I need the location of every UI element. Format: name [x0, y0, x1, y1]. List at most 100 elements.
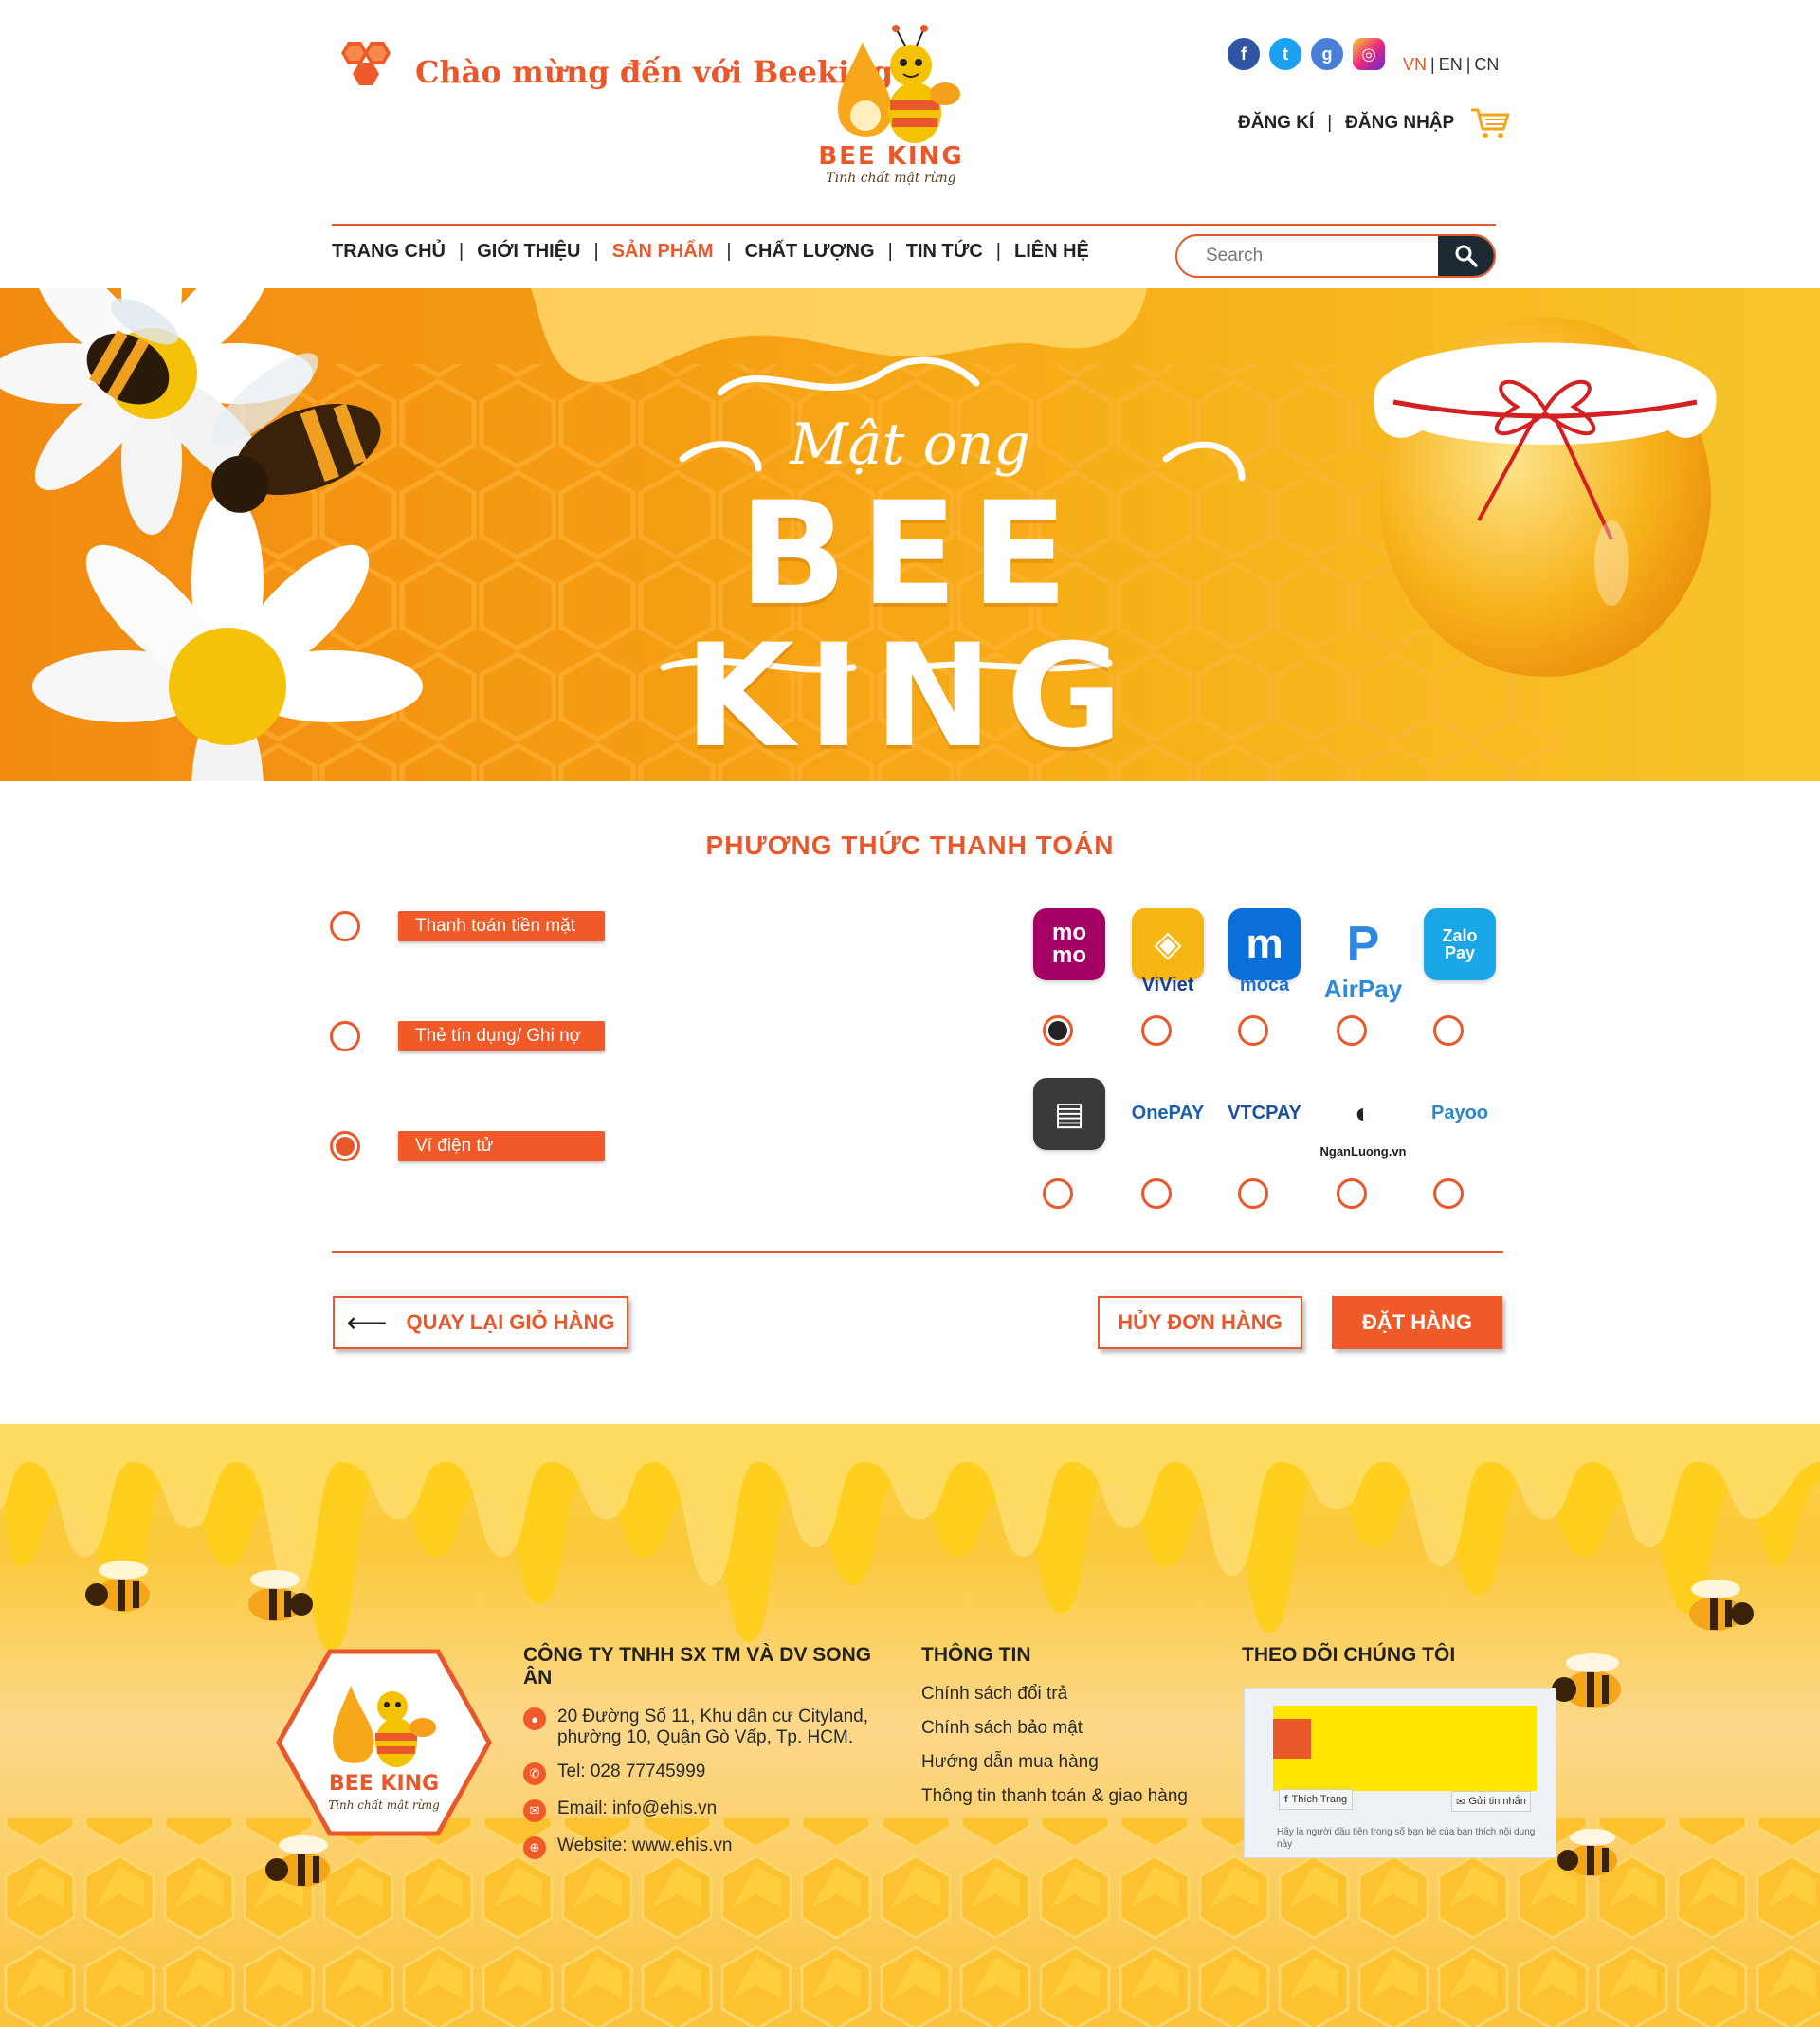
- facebook-cover: [1273, 1706, 1537, 1791]
- header-divider: [332, 224, 1496, 226]
- wallet-radio-nganluong[interactable]: [1337, 1178, 1367, 1209]
- nav-item-2[interactable]: SẢN PHẨM: [612, 241, 714, 263]
- wallet-radio-airpay[interactable]: [1337, 1015, 1367, 1046]
- cart-icon[interactable]: [1469, 106, 1511, 140]
- payment-option-label[interactable]: Ví điện tử: [398, 1131, 605, 1161]
- footer-address-line2: phường 10, Quận Gò Vấp, Tp. HCM.: [557, 1727, 854, 1747]
- nav-separator: |: [887, 241, 893, 262]
- wallet-nganluong[interactable]: ◐ NganLuong.vn: [1320, 1078, 1407, 1159]
- wallet-onepay[interactable]: OnePAY: [1125, 1078, 1210, 1150]
- payment-option-label[interactable]: Thẻ tín dụng/ Ghi nợ: [398, 1021, 605, 1051]
- footer-phone: ✆ Tel: 028 77745999: [523, 1762, 902, 1785]
- search-box: [1175, 234, 1496, 278]
- footer-website: ⊕ Website: www.ehis.vn: [523, 1835, 902, 1859]
- wallet-radio-momo[interactable]: [1043, 1015, 1073, 1046]
- nav-separator: |: [726, 241, 732, 262]
- hero-banner: Mật ong BEE KING: [0, 288, 1820, 781]
- nav-item-1[interactable]: GIỚI THIỆU: [477, 241, 580, 263]
- facebook-icon[interactable]: f: [1228, 38, 1260, 70]
- wallet-caption: Payoo: [1430, 1103, 1489, 1123]
- nav-item-3[interactable]: CHẤT LƯỢNG: [745, 241, 875, 263]
- search-icon: [1455, 245, 1478, 267]
- footer-website-text[interactable]: Website: www.ehis.vn: [557, 1835, 732, 1856]
- payment-option-2[interactable]: Ví điện tử: [330, 1131, 605, 1161]
- google-plus-icon[interactable]: g: [1311, 38, 1343, 70]
- facebook-message-button[interactable]: ✉ Gửi tin nhắn: [1451, 1791, 1531, 1812]
- lang-cn[interactable]: CN: [1474, 55, 1499, 74]
- wallet-radio-payoo[interactable]: [1433, 1178, 1464, 1209]
- airpay-logo-icon: P: [1327, 908, 1399, 980]
- footer-logo-slogan: Tinh chất mật rừng: [328, 1798, 440, 1812]
- instagram-icon[interactable]: ◎: [1353, 38, 1385, 70]
- nav-separator: |: [593, 241, 599, 262]
- wallet-radio-zalopay[interactable]: [1433, 1015, 1464, 1046]
- nav-separator: |: [459, 241, 464, 262]
- honeycomb-icon: [341, 42, 391, 85]
- wallet-momo[interactable]: mo mo: [1027, 908, 1112, 980]
- wallet-payoo[interactable]: Payoo: [1417, 1078, 1502, 1150]
- footer-info-link-2[interactable]: Hướng dẫn mua hàng: [921, 1752, 1206, 1773]
- payment-option-radio[interactable]: [330, 1131, 360, 1161]
- wallet-radio-viviet[interactable]: [1141, 1015, 1172, 1046]
- footer-follow-column: THEO DÕI CHÚNG TÔI: [1242, 1644, 1545, 1684]
- phone-icon: ✆: [523, 1762, 546, 1785]
- footer-info-title: THÔNG TIN: [921, 1644, 1031, 1666]
- wallet-wepay[interactable]: ▤: [1027, 1078, 1112, 1150]
- footer-info-column: THÔNG TIN Chính sách đổi trả Chính sách b…: [921, 1644, 1206, 1820]
- nav-item-4[interactable]: TIN TỨC: [906, 241, 983, 263]
- nav-separator: |: [995, 241, 1001, 262]
- main-nav: TRANG CHỦ | GIỚI THIỆU | SẢN PHẨM | CHẤT LƯỢNG…: [332, 241, 1089, 263]
- wallet-radio-vtcpay[interactable]: [1238, 1178, 1268, 1209]
- footer-info-link-0[interactable]: Chính sách đổi trả: [921, 1684, 1206, 1705]
- payment-option-label[interactable]: Thanh toán tiền mặt: [398, 911, 605, 941]
- payment-option-radio[interactable]: [330, 911, 360, 941]
- bee-mascot-icon: [838, 25, 960, 143]
- wallet-airpay[interactable]: P AirPay: [1320, 908, 1406, 1004]
- wallet-zalopay[interactable]: Zalo Pay: [1417, 908, 1502, 980]
- footer-company-name: CÔNG TY TNHH SX TM VÀ DV SONG ÂN: [523, 1644, 872, 1689]
- wallet-radio-onepay[interactable]: [1141, 1178, 1172, 1209]
- lang-vn[interactable]: VN: [1403, 55, 1427, 74]
- search-input[interactable]: [1177, 236, 1438, 276]
- cancel-order-button[interactable]: HỦY ĐƠN HÀNG: [1098, 1296, 1302, 1349]
- payment-title: PHƯƠNG THỨC THANH TOÁN: [705, 831, 1115, 860]
- wallet-radio-moca[interactable]: [1238, 1015, 1268, 1046]
- footer-info-link-1[interactable]: Chính sách bảo mật: [921, 1718, 1206, 1739]
- footer-logo-name: BEE KING: [329, 1772, 439, 1796]
- facebook-like-label: Thích Trang: [1291, 1794, 1348, 1805]
- lang-en[interactable]: EN: [1439, 55, 1463, 74]
- wallet-radio-wepay[interactable]: [1043, 1178, 1073, 1209]
- envelope-icon: ✉: [523, 1799, 546, 1822]
- twitter-icon[interactable]: t: [1269, 38, 1301, 70]
- brand-logo[interactable]: BEE KING Tinh chất mật rừng: [815, 23, 967, 186]
- wallet-viviet[interactable]: ◈ ViViet: [1125, 908, 1210, 996]
- wallet-moca[interactable]: m moca: [1222, 908, 1307, 996]
- messenger-icon: ✉: [1456, 1796, 1465, 1808]
- footer-info-link-3[interactable]: Thông tin thanh toán & giao hàng: [921, 1786, 1206, 1807]
- footer-logo[interactable]: BEE KING Tinh chất mật rừng: [275, 1648, 493, 1837]
- site-footer: BEE KING Tinh chất mật rừng CÔNG TY TNHH…: [0, 1424, 1820, 2027]
- payment-option-radio[interactable]: [330, 1021, 360, 1051]
- viviet-logo-icon: ◈: [1132, 908, 1204, 980]
- footer-info-links: Chính sách đổi trả Chính sách bảo mật Hướn…: [921, 1684, 1206, 1807]
- nav-item-0[interactable]: TRANG CHỦ: [332, 241, 446, 263]
- footer-address-line1: 20 Đường Số 11, Khu dân cư Cityland,: [557, 1707, 869, 1726]
- wallet-caption: NganLuong.vn: [1320, 1144, 1407, 1159]
- search-button[interactable]: [1438, 236, 1494, 276]
- facebook-profile-picture: [1273, 1719, 1311, 1759]
- payment-option-1[interactable]: Thẻ tín dụng/ Ghi nợ: [330, 1021, 605, 1051]
- footer-email-text[interactable]: Email: info@ehis.vn: [557, 1799, 717, 1819]
- wallet-vtcpay[interactable]: VTCPAY: [1222, 1078, 1307, 1150]
- moca-logo-icon: m: [1228, 908, 1301, 980]
- payment-divider: [332, 1251, 1503, 1253]
- facebook-like-button[interactable]: f Thích Trang: [1279, 1789, 1353, 1810]
- location-pin-icon: ●: [523, 1707, 546, 1730]
- login-link[interactable]: ĐĂNG NHẬP: [1345, 113, 1454, 134]
- register-link[interactable]: ĐĂNG KÍ: [1238, 113, 1314, 134]
- auth-links: ĐĂNG KÍ | ĐĂNG NHẬP: [1238, 106, 1511, 140]
- back-to-cart-button[interactable]: ⟵ QUAY LẠI GIỎ HÀNG: [333, 1296, 628, 1349]
- place-order-button[interactable]: ĐẶT HÀNG: [1332, 1296, 1502, 1349]
- nav-item-5[interactable]: LIÊN HỆ: [1014, 241, 1089, 263]
- payment-option-0[interactable]: Thanh toán tiền mặt: [330, 911, 605, 941]
- footer-phone-text[interactable]: Tel: 028 77745999: [557, 1762, 705, 1782]
